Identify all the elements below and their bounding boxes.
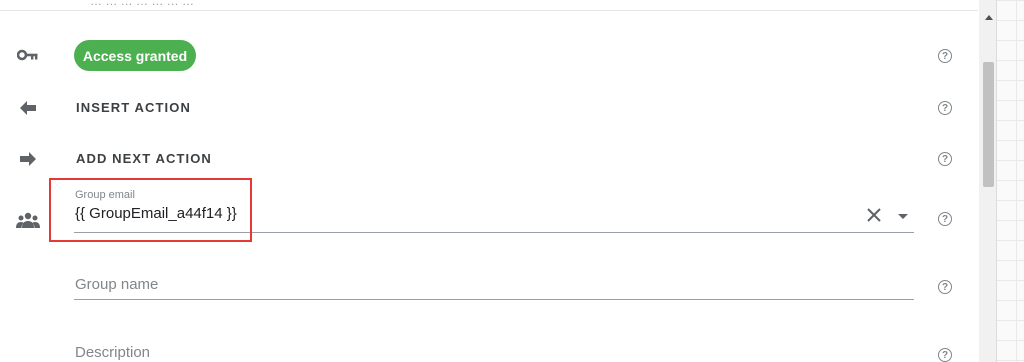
group-name-input[interactable]: Group name <box>75 276 158 293</box>
help-icon[interactable]: ? <box>938 152 952 166</box>
description-input[interactable]: Description <box>75 344 150 361</box>
help-icon[interactable]: ? <box>938 101 952 115</box>
group-icon <box>16 208 40 232</box>
add-next-action-button[interactable]: ADD NEXT ACTION <box>76 151 212 166</box>
scrollbar-thumb[interactable] <box>983 62 994 187</box>
help-icon[interactable]: ? <box>938 280 952 294</box>
truncated-top-text: … … … … … … … <box>90 0 195 8</box>
dropdown-arrow-icon[interactable] <box>898 214 908 219</box>
access-granted-badge: Access granted <box>74 40 196 71</box>
highlight-box <box>49 178 252 242</box>
canvas-grid-background <box>996 0 1024 362</box>
scroll-up-arrow-icon[interactable] <box>985 15 993 20</box>
help-icon[interactable]: ? <box>938 49 952 63</box>
clear-icon[interactable] <box>866 206 886 226</box>
insert-action-button[interactable]: INSERT ACTION <box>76 100 191 115</box>
panel-divider <box>996 0 997 362</box>
key-icon <box>16 43 40 67</box>
top-divider <box>0 10 978 11</box>
help-icon[interactable]: ? <box>938 212 952 226</box>
arrow-right-icon[interactable] <box>16 147 40 171</box>
group-name-underline <box>74 299 914 300</box>
arrow-left-icon[interactable] <box>16 96 40 120</box>
help-icon[interactable]: ? <box>938 348 952 362</box>
